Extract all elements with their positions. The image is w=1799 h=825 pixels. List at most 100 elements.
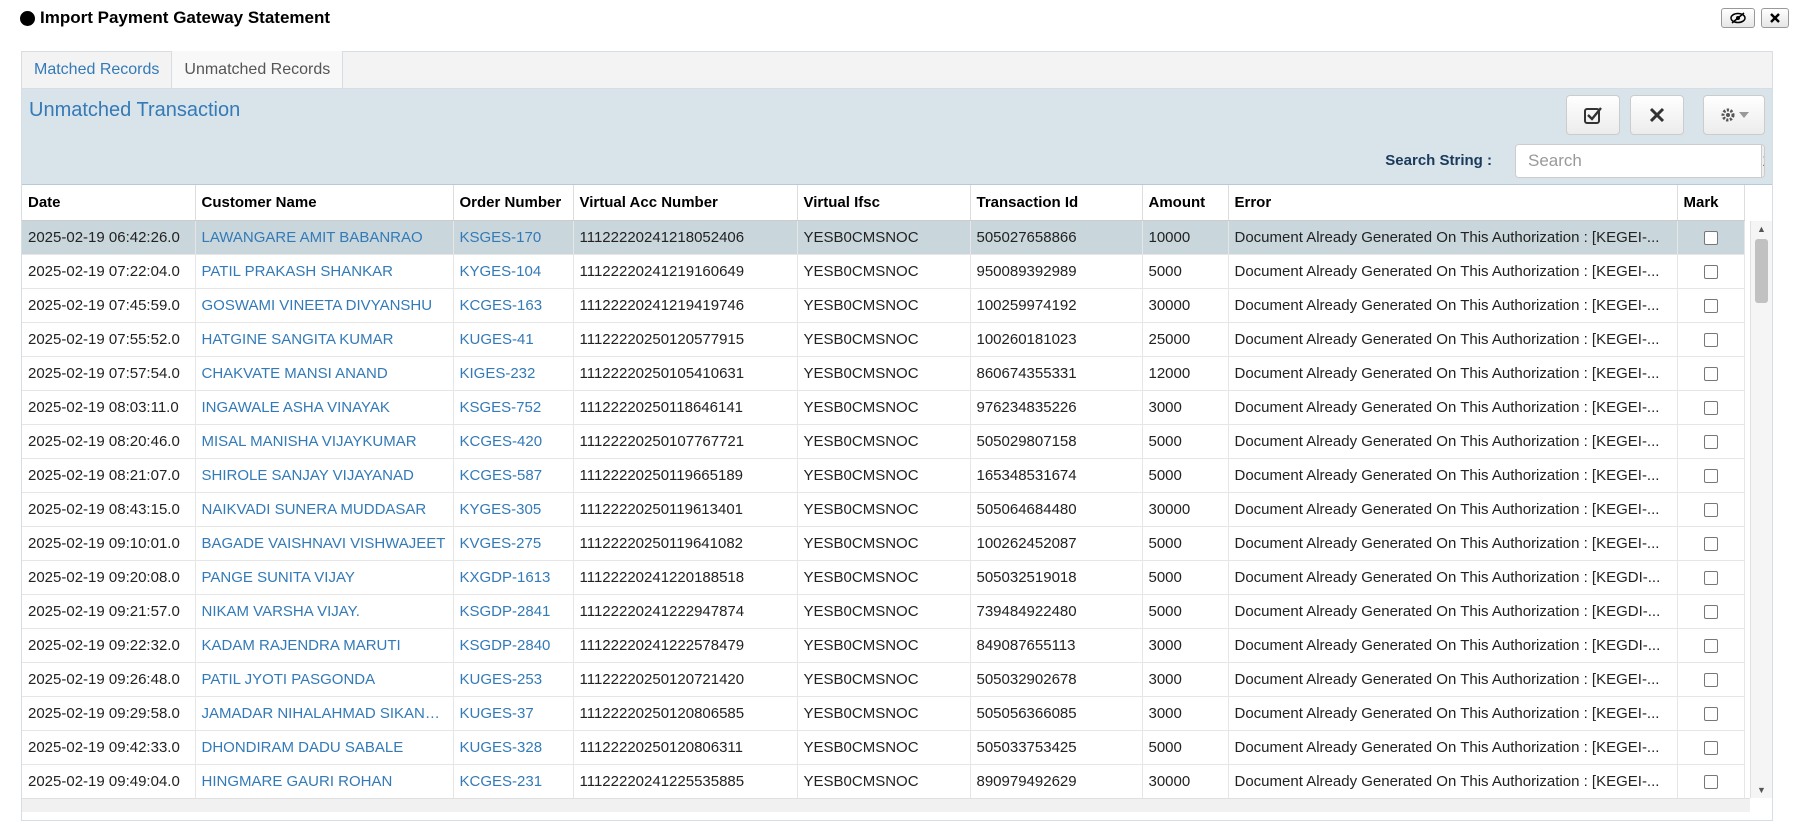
table-row[interactable]: 2025-02-19 07:22:04.0 PATIL PRAKASH SHANK… xyxy=(22,254,1745,289)
table-row[interactable]: 2025-02-19 09:22:32.0 KADAM RAJENDRA MARU… xyxy=(22,628,1745,663)
cell-order-number[interactable]: KYGES-305 xyxy=(453,492,574,527)
mark-checkbox[interactable] xyxy=(1703,400,1718,415)
column-header-error[interactable]: Error xyxy=(1228,185,1678,221)
table-row[interactable]: 2025-02-19 09:26:48.0 PATIL JYOTI PASGOND… xyxy=(22,662,1745,697)
cell-customer-name[interactable]: PATIL JYOTI PASGONDA xyxy=(195,662,454,697)
cell-order-number[interactable]: KUGES-328 xyxy=(453,730,574,765)
table-row[interactable]: 2025-02-19 07:55:52.0 HATGINE SANGITA KUM… xyxy=(22,322,1745,357)
table-row[interactable]: 2025-02-19 09:20:08.0 PANGE SUNITA VIJAY K… xyxy=(22,560,1745,595)
cell-customer-name[interactable]: LAWANGARE AMIT BABANRAO xyxy=(195,220,454,255)
table-row[interactable]: 2025-02-19 07:57:54.0 CHAKVATE MANSI ANAN… xyxy=(22,356,1745,391)
cell-order-number[interactable]: KSGDP-2840 xyxy=(453,628,574,663)
cell-order-number[interactable]: KCGES-587 xyxy=(453,458,574,493)
cell-date: 2025-02-19 08:20:46.0 xyxy=(22,424,196,459)
mark-checkbox[interactable] xyxy=(1703,774,1718,789)
table-row[interactable]: 2025-02-19 09:10:01.0 BAGADE VAISHNAVI VI… xyxy=(22,526,1745,561)
table-row[interactable]: 2025-02-19 09:42:33.0 DHONDIRAM DADU SABA… xyxy=(22,730,1745,765)
tab-unmatched-records[interactable]: Unmatched Records xyxy=(171,51,344,88)
remove-button[interactable] xyxy=(1630,95,1684,135)
table-row[interactable]: 2025-02-19 08:21:07.0 SHIROLE SANJAY VIJA… xyxy=(22,458,1745,493)
mark-checkbox[interactable] xyxy=(1703,468,1718,483)
mark-checkbox[interactable] xyxy=(1703,434,1718,449)
scroll-thumb[interactable] xyxy=(1755,239,1768,303)
table-row[interactable]: 2025-02-19 09:49:04.0 HINGMARE GAURI ROHA… xyxy=(22,764,1745,799)
cell-virtual-ifsc: YESB0CMSNOC xyxy=(797,254,971,289)
column-header-amount[interactable]: Amount xyxy=(1142,185,1229,221)
cell-customer-name[interactable]: HINGMARE GAURI ROHAN xyxy=(195,764,454,799)
header-row: Date Customer Name Order Number Virtual … xyxy=(22,185,1745,221)
column-header-customer-name[interactable]: Customer Name xyxy=(195,185,454,221)
cell-order-number[interactable]: KXGDP-1613 xyxy=(453,560,574,595)
column-header-order-number[interactable]: Order Number xyxy=(453,185,574,221)
cell-order-number[interactable]: KCGES-163 xyxy=(453,288,574,323)
column-header-transaction-id[interactable]: Transaction Id xyxy=(970,185,1143,221)
table-row[interactable]: 2025-02-19 07:45:59.0 GOSWAMI VINEETA DIV… xyxy=(22,288,1745,323)
scroll-up-icon[interactable]: ▲ xyxy=(1751,221,1772,237)
mark-checkbox[interactable] xyxy=(1703,366,1718,381)
cell-customer-name[interactable]: DHONDIRAM DADU SABALE xyxy=(195,730,454,765)
scroll-down-icon[interactable]: ▼ xyxy=(1751,782,1772,798)
table-row[interactable]: 2025-02-19 09:21:57.0 NIKAM VARSHA VIJAY.… xyxy=(22,594,1745,629)
search-input[interactable] xyxy=(1516,145,1761,177)
column-header-virtual-ifsc[interactable]: Virtual Ifsc xyxy=(797,185,971,221)
cell-order-number[interactable]: KUGES-37 xyxy=(453,696,574,731)
cell-amount: 12000 xyxy=(1142,356,1229,391)
mark-all-button[interactable] xyxy=(1566,95,1620,135)
close-button[interactable] xyxy=(1761,8,1789,28)
cell-customer-name[interactable]: GOSWAMI VINEETA DIVYANSHU xyxy=(195,288,454,323)
cell-order-number[interactable]: KSGES-752 xyxy=(453,390,574,425)
cell-virtual-acc-number: 11122220241225535885 xyxy=(573,764,798,799)
cell-customer-name[interactable]: NIKAM VARSHA VIJAY. xyxy=(195,594,454,629)
mark-checkbox[interactable] xyxy=(1703,298,1718,313)
vertical-scrollbar[interactable]: ▲ ▼ xyxy=(1750,221,1772,798)
column-header-mark[interactable]: Mark xyxy=(1677,185,1745,221)
mark-checkbox[interactable] xyxy=(1703,638,1718,653)
mark-checkbox[interactable] xyxy=(1703,536,1718,551)
cell-customer-name[interactable]: PATIL PRAKASH SHANKAR xyxy=(195,254,454,289)
cell-order-number[interactable]: KYGES-104 xyxy=(453,254,574,289)
table-row[interactable]: 2025-02-19 09:29:58.0 JAMADAR NIHALAHMAD … xyxy=(22,696,1745,731)
cell-customer-name[interactable]: CHAKVATE MANSI ANAND xyxy=(195,356,454,391)
cell-order-number[interactable]: KUGES-253 xyxy=(453,662,574,697)
tab-matched-records[interactable]: Matched Records xyxy=(22,51,171,88)
cell-mark xyxy=(1677,764,1745,799)
cell-customer-name[interactable]: PANGE SUNITA VIJAY xyxy=(195,560,454,595)
cell-customer-name[interactable]: NAIKVADI SUNERA MUDDASAR xyxy=(195,492,454,527)
settings-dropdown-button[interactable] xyxy=(1703,95,1765,135)
cell-customer-name[interactable]: JAMADAR NIHALAHMAD SIKANDAR xyxy=(195,696,454,731)
cell-order-number[interactable]: KSGES-170 xyxy=(453,220,574,255)
mark-checkbox[interactable] xyxy=(1703,332,1718,347)
cell-order-number[interactable]: KUGES-41 xyxy=(453,322,574,357)
table-row[interactable]: 2025-02-19 06:42:26.0 LAWANGARE AMIT BABA… xyxy=(22,220,1745,255)
cell-virtual-acc-number: 11122220250105410631 xyxy=(573,356,798,391)
cell-customer-name[interactable]: INGAWALE ASHA VINAYAK xyxy=(195,390,454,425)
cell-customer-name[interactable]: HATGINE SANGITA KUMAR xyxy=(195,322,454,357)
cell-date: 2025-02-19 07:55:52.0 xyxy=(22,322,196,357)
cell-customer-name[interactable]: SHIROLE SANJAY VIJAYANAD xyxy=(195,458,454,493)
cell-customer-name[interactable]: KADAM RAJENDRA MARUTI xyxy=(195,628,454,663)
mark-checkbox[interactable] xyxy=(1703,672,1718,687)
cell-mark xyxy=(1677,220,1745,255)
hide-button[interactable] xyxy=(1721,8,1755,28)
table-row[interactable]: 2025-02-19 08:03:11.0 INGAWALE ASHA VINAY… xyxy=(22,390,1745,425)
cell-order-number[interactable]: KIGES-232 xyxy=(453,356,574,391)
mark-checkbox[interactable] xyxy=(1703,740,1718,755)
mark-checkbox[interactable] xyxy=(1703,230,1718,245)
mark-checkbox[interactable] xyxy=(1703,570,1718,585)
cell-order-number[interactable]: KVGES-275 xyxy=(453,526,574,561)
cell-order-number[interactable]: KSGDP-2841 xyxy=(453,594,574,629)
table-row[interactable]: 2025-02-19 08:43:15.0 NAIKVADI SUNERA MUD… xyxy=(22,492,1745,527)
horizontal-scrollbar[interactable] xyxy=(22,798,1750,812)
cell-order-number[interactable]: KCGES-231 xyxy=(453,764,574,799)
mark-checkbox[interactable] xyxy=(1703,706,1718,721)
column-header-date[interactable]: Date xyxy=(22,185,196,221)
mark-checkbox[interactable] xyxy=(1703,604,1718,619)
cell-mark xyxy=(1677,696,1745,731)
cell-order-number[interactable]: KCGES-420 xyxy=(453,424,574,459)
table-row[interactable]: 2025-02-19 08:20:46.0 MISAL MANISHA VIJAY… xyxy=(22,424,1745,459)
mark-checkbox[interactable] xyxy=(1703,502,1718,517)
cell-customer-name[interactable]: MISAL MANISHA VIJAYKUMAR xyxy=(195,424,454,459)
cell-customer-name[interactable]: BAGADE VAISHNAVI VISHWAJEET xyxy=(195,526,454,561)
mark-checkbox[interactable] xyxy=(1703,264,1718,279)
column-header-virtual-acc-number[interactable]: Virtual Acc Number xyxy=(573,185,798,221)
